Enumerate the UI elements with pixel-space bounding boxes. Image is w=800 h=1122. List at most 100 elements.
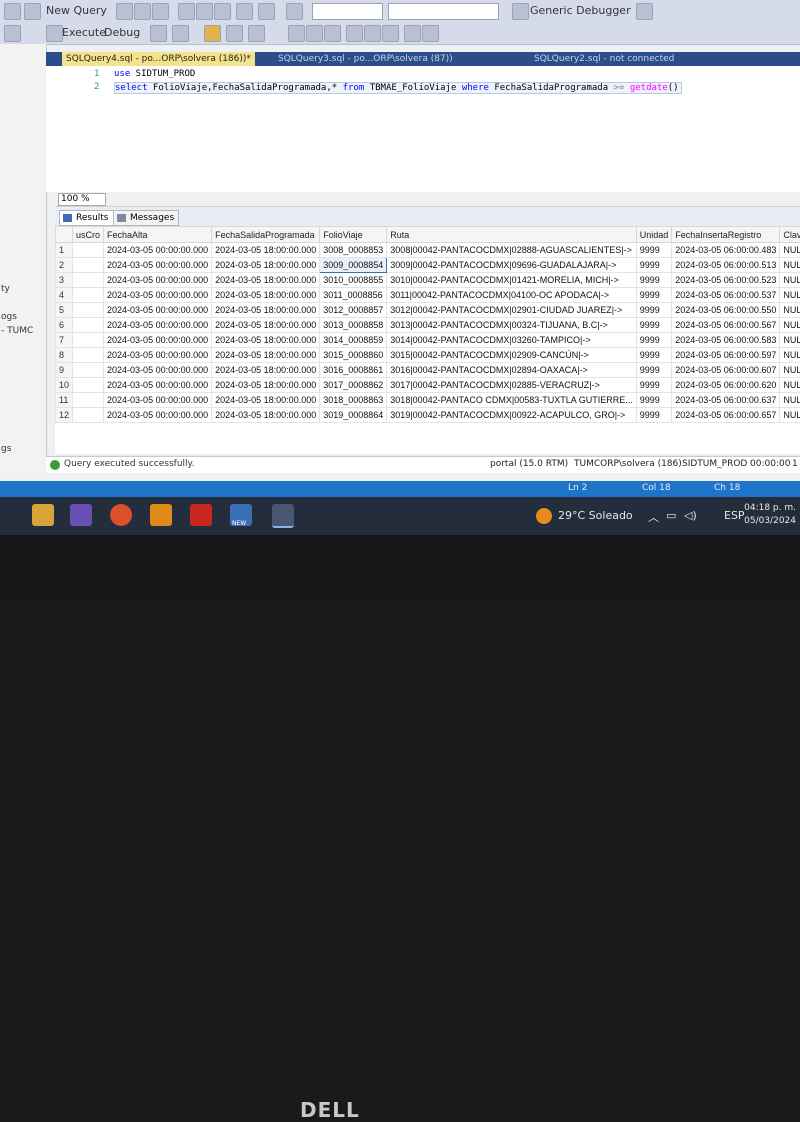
- code-line-1[interactable]: use SIDTUM_PROD: [114, 69, 195, 79]
- column-header[interactable]: FechaSalidaProgramada: [212, 227, 320, 243]
- table-cell[interactable]: 3014|00042-PANTACOCDMX|03260-TAMPICO|->: [387, 333, 636, 348]
- file-explorer-icon[interactable]: [32, 504, 54, 526]
- table-cell[interactable]: 2024-03-05 06:00:00.550: [672, 303, 780, 318]
- explorer-label[interactable]: gs: [1, 444, 11, 454]
- table-cell[interactable]: 2024-03-05 18:00:00.000: [212, 288, 320, 303]
- table-cell[interactable]: NUL: [780, 318, 800, 333]
- table-cell[interactable]: 3018|00042-PANTACO CDMX|00583-TUXTLA GUT…: [387, 393, 636, 408]
- table-cell[interactable]: 3011_0008856: [320, 288, 387, 303]
- table-cell[interactable]: 2024-03-05 18:00:00.000: [212, 273, 320, 288]
- table-cell[interactable]: 2024-03-05 06:00:00.537: [672, 288, 780, 303]
- table-cell[interactable]: 9999: [636, 348, 672, 363]
- comment-icon[interactable]: [404, 25, 421, 42]
- table-row[interactable]: 3 2024-03-05 00:00:00.0002024-03-05 18:00…: [56, 273, 800, 288]
- table-row[interactable]: 82024-03-05 00:00:00.0002024-03-05 18:00…: [56, 348, 800, 363]
- table-cell[interactable]: NUL: [780, 258, 800, 273]
- browser-icon[interactable]: [110, 504, 132, 526]
- table-row[interactable]: 7 2024-03-05 00:00:00.0002024-03-05 18:00…: [56, 333, 800, 348]
- row-number[interactable]: 5: [56, 303, 73, 318]
- table-cell[interactable]: [73, 273, 104, 288]
- column-header[interactable]: FolioViaje: [320, 227, 387, 243]
- table-cell[interactable]: [73, 318, 104, 333]
- debug-button[interactable]: Debug: [104, 26, 140, 40]
- explorer-label[interactable]: ty: [1, 284, 10, 294]
- table-cell[interactable]: 2024-03-05 18:00:00.000: [212, 333, 320, 348]
- row-number[interactable]: 7: [56, 333, 73, 348]
- table-cell[interactable]: 2024-03-05 06:00:00.567: [672, 318, 780, 333]
- debugger-combo[interactable]: Generic Debugger: [530, 4, 631, 18]
- table-cell[interactable]: 9999: [636, 258, 672, 273]
- row-number[interactable]: 2: [56, 258, 73, 273]
- table-cell[interactable]: 9999: [636, 393, 672, 408]
- table-row[interactable]: 92024-03-05 00:00:00.0002024-03-05 18:00…: [56, 363, 800, 378]
- redo-icon[interactable]: [258, 3, 275, 20]
- table-cell[interactable]: 2024-03-05 06:00:00.523: [672, 273, 780, 288]
- row-number[interactable]: 3: [56, 273, 73, 288]
- table-cell[interactable]: 3008|00042-PANTACOCDMX|02888-AGUASCALIEN…: [387, 243, 636, 258]
- start-icon[interactable]: [286, 3, 303, 20]
- table-cell[interactable]: 2024-03-05 00:00:00.000: [104, 393, 212, 408]
- table-cell[interactable]: 9999: [636, 273, 672, 288]
- table-cell[interactable]: [73, 303, 104, 318]
- table-cell[interactable]: 2024-03-05 18:00:00.000: [212, 408, 320, 423]
- toolbar-more-icon[interactable]: [636, 3, 653, 20]
- table-cell[interactable]: 9999: [636, 288, 672, 303]
- results-to-file-icon[interactable]: [382, 25, 399, 42]
- table-cell[interactable]: 2024-03-05 00:00:00.000: [104, 258, 212, 273]
- parse-icon[interactable]: [172, 25, 189, 42]
- tab-sqlquery3[interactable]: SQLQuery3.sql - po...ORP\solvera (87)): [274, 52, 457, 66]
- table-cell[interactable]: 2024-03-05 18:00:00.000: [212, 348, 320, 363]
- include-plan-icon[interactable]: [288, 25, 305, 42]
- table-row[interactable]: 102024-03-05 00:00:00.0002024-03-05 18:0…: [56, 378, 800, 393]
- table-cell[interactable]: [73, 378, 104, 393]
- platform-combo[interactable]: [388, 3, 499, 20]
- debug-target-icon[interactable]: [512, 3, 529, 20]
- table-cell[interactable]: 3017|00042-PANTACOCDMX|02885-VERACRUZ|->: [387, 378, 636, 393]
- table-row[interactable]: 122024-03-05 00:00:00.0002024-03-05 18:0…: [56, 408, 800, 423]
- weather-text[interactable]: 29°C Soleado: [558, 509, 633, 522]
- table-cell[interactable]: 2024-03-05 00:00:00.000: [104, 273, 212, 288]
- open-icon[interactable]: [116, 3, 133, 20]
- execute-icon[interactable]: [46, 25, 63, 42]
- table-cell[interactable]: NUL: [780, 378, 800, 393]
- results-to-text-icon[interactable]: [346, 25, 363, 42]
- table-cell[interactable]: 3017_0008862: [320, 378, 387, 393]
- table-cell[interactable]: 3009_0008854: [320, 258, 387, 273]
- table-row[interactable]: 22024-03-05 00:00:00.0002024-03-05 18:00…: [56, 258, 800, 273]
- row-number[interactable]: 6: [56, 318, 73, 333]
- table-cell[interactable]: 2024-03-05 06:00:00.583: [672, 333, 780, 348]
- table-cell[interactable]: 2024-03-05 00:00:00.000: [104, 333, 212, 348]
- table-cell[interactable]: 2024-03-05 00:00:00.000: [104, 303, 212, 318]
- paste-icon[interactable]: [214, 3, 231, 20]
- table-row[interactable]: 42024-03-05 00:00:00.0002024-03-05 18:00…: [56, 288, 800, 303]
- table-cell[interactable]: 2024-03-05 00:00:00.000: [104, 243, 212, 258]
- table-cell[interactable]: 2024-03-05 00:00:00.000: [104, 363, 212, 378]
- ssms-icon[interactable]: [272, 504, 294, 528]
- save-icon[interactable]: [134, 3, 151, 20]
- table-cell[interactable]: 2024-03-05 06:00:00.597: [672, 348, 780, 363]
- back-icon[interactable]: [4, 3, 21, 20]
- chevron-up-icon[interactable]: ︿: [648, 509, 659, 525]
- table-cell[interactable]: 3016_0008861: [320, 363, 387, 378]
- column-header[interactable]: Unidad: [636, 227, 672, 243]
- column-header[interactable]: usCro: [73, 227, 104, 243]
- live-stats-icon[interactable]: [306, 25, 323, 42]
- column-header[interactable]: FechaAlta: [104, 227, 212, 243]
- table-cell[interactable]: NUL: [780, 348, 800, 363]
- volume-icon[interactable]: ◁): [684, 509, 697, 522]
- table-cell[interactable]: 9999: [636, 363, 672, 378]
- table-cell[interactable]: 2024-03-05 06:00:00.483: [672, 243, 780, 258]
- table-cell[interactable]: 3012_0008857: [320, 303, 387, 318]
- table-row[interactable]: 12024-03-05 00:00:00.0002024-03-05 18:00…: [56, 243, 800, 258]
- row-number[interactable]: 12: [56, 408, 73, 423]
- execute-button[interactable]: Execute: [62, 26, 106, 40]
- save-all-icon[interactable]: [152, 3, 169, 20]
- table-cell[interactable]: 3010_0008855: [320, 273, 387, 288]
- row-number[interactable]: 10: [56, 378, 73, 393]
- network-icon[interactable]: ▭: [666, 509, 676, 522]
- table-cell[interactable]: NUL: [780, 288, 800, 303]
- table-cell[interactable]: 3019|00042-PANTACOCDMX|00922-ACAPULCO, G…: [387, 408, 636, 423]
- visual-studio-icon[interactable]: [70, 504, 92, 526]
- table-cell[interactable]: 3019_0008864: [320, 408, 387, 423]
- table-cell[interactable]: 3014_0008859: [320, 333, 387, 348]
